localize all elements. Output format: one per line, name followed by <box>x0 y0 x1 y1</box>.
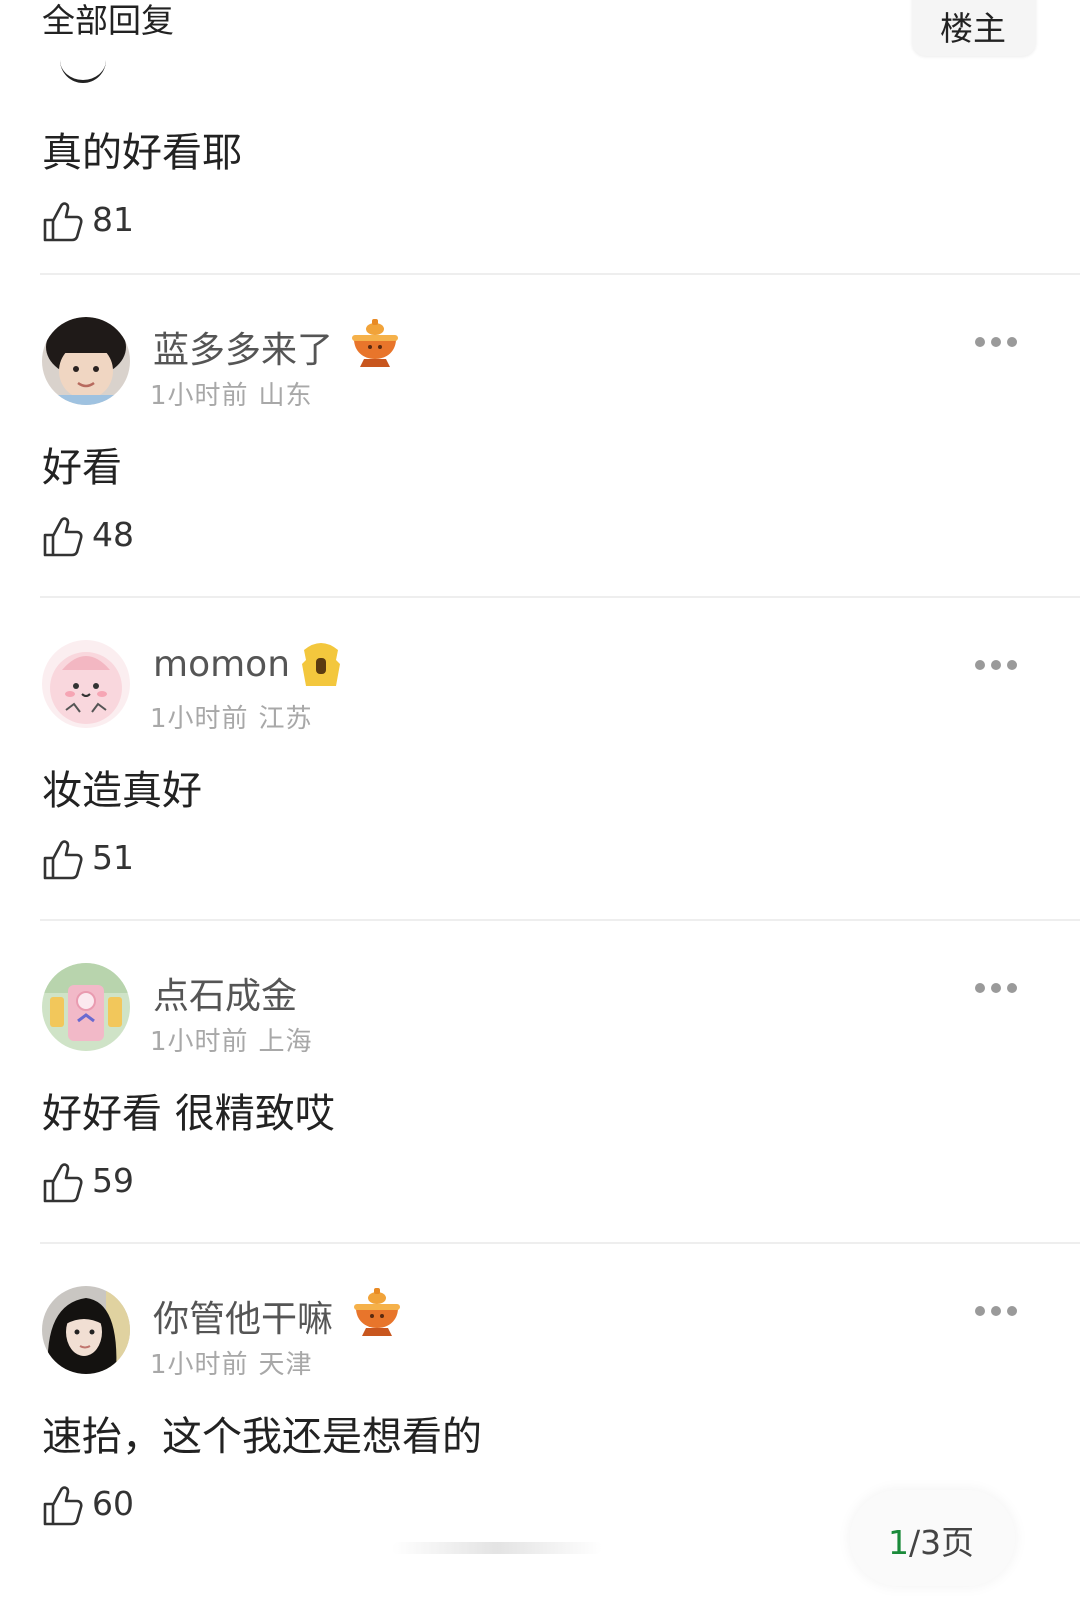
comment-item: 蓝多多来了 1小时前 山东 好看 48 <box>0 275 1080 605</box>
comment-location: 天津 <box>258 1350 313 1380</box>
page-total: /3页 <box>909 1523 975 1562</box>
thumbs-up-icon <box>43 202 83 242</box>
comment-meta: 1小时前 山东 <box>150 375 313 412</box>
user-avatar[interactable] <box>42 640 130 728</box>
comment-meta: 1小时前 江苏 <box>150 698 313 735</box>
user-name[interactable]: 点石成金 <box>153 967 297 1019</box>
comment-meta: 1小时前 上海 <box>150 1021 313 1058</box>
user-avatar[interactable] <box>42 963 130 1051</box>
comment-time: 1小时前 <box>150 1350 249 1380</box>
toast-badge-icon <box>294 638 348 692</box>
comment-item: 点石成金 1小时前 上海 好好看 很精致哎 59 <box>0 921 1080 1251</box>
more-options-button[interactable] <box>975 1306 1017 1318</box>
page-indicator-button[interactable]: 1/3页 <box>850 1490 1015 1586</box>
comment-text: 妆造真好 <box>42 768 202 814</box>
like-count: 51 <box>92 838 134 877</box>
user-name[interactable]: 蓝多多来了 <box>153 321 333 373</box>
comment-item: momon 1小时前 江苏 妆造真好 51 <box>0 598 1080 928</box>
user-avatar[interactable] <box>42 1286 130 1374</box>
comment-time: 1小时前 <box>150 381 249 411</box>
comment-location: 上海 <box>258 1027 313 1057</box>
comment-text: 速抬，这个我还是想看的 <box>42 1414 482 1460</box>
comment-time: 1小时前 <box>150 1027 249 1057</box>
thumbs-up-icon <box>43 1163 83 1203</box>
comment-time: 1小时前 <box>150 704 249 734</box>
like-count: 60 <box>92 1484 134 1523</box>
thumbs-up-icon <box>43 1486 83 1526</box>
more-options-button[interactable] <box>975 337 1017 349</box>
user-avatar[interactable] <box>42 317 130 405</box>
comment-meta: 1小时前 天津 <box>150 1344 313 1381</box>
thumbs-up-icon <box>43 517 83 557</box>
comment-text: 真的好看耶 <box>42 130 242 176</box>
user-name[interactable]: 你管他干嘛 <box>153 1290 333 1342</box>
like-count: 48 <box>92 515 134 554</box>
comment-text: 好看 <box>42 445 122 491</box>
current-page: 1 <box>888 1523 909 1562</box>
more-options-button[interactable] <box>975 660 1017 672</box>
home-indicator <box>392 1542 602 1554</box>
comment-location: 江苏 <box>258 704 313 734</box>
user-name[interactable]: momon <box>153 644 290 685</box>
page-indicator: 1/3页 <box>888 1516 974 1564</box>
like-count: 81 <box>92 200 134 239</box>
comment-location: 山东 <box>258 381 313 411</box>
hotpot-badge-icon <box>348 315 402 369</box>
comment-item: 真的好看耶 81 <box>0 0 1080 290</box>
more-options-button[interactable] <box>975 983 1017 995</box>
comment-text: 好好看 很精致哎 <box>42 1091 335 1137</box>
like-count: 59 <box>92 1161 134 1200</box>
thumbs-up-icon <box>43 840 83 880</box>
hotpot-badge-icon <box>350 1284 404 1338</box>
